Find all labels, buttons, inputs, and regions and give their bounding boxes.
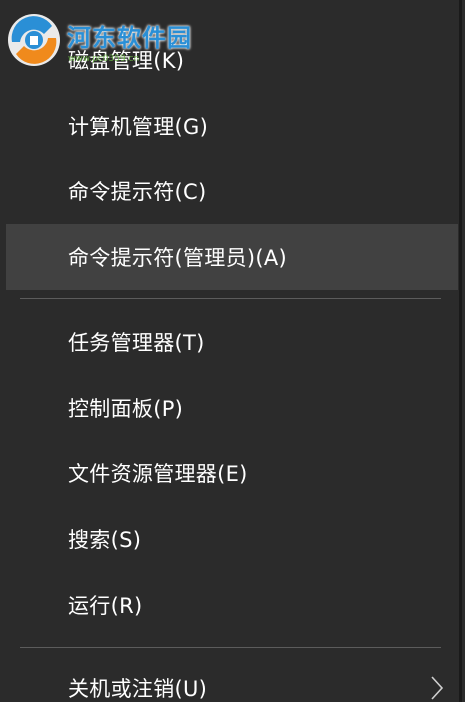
watermark-site-name: 河东软件园 [67,23,192,52]
hedong-logo-icon [8,14,60,66]
menu-item-run[interactable]: 运行(R) [6,573,458,637]
menu-separator [20,298,441,299]
chevron-right-icon [431,676,444,700]
menu-item-label: 文件资源管理器(E) [68,462,248,486]
menu-item-label: 任务管理器(T) [68,331,205,355]
menu-item-task-manager[interactable]: 任务管理器(T) [6,310,458,374]
menu-item-label: 计算机管理(G) [68,115,209,139]
menu-item-label: 搜索(S) [68,528,142,552]
menu-item-shutdown-signout[interactable]: 关机或注销(U) [6,656,458,702]
menu-item-label: 命令提示符(管理员)(A) [68,246,288,270]
site-watermark: 河东软件园 www.pc0359.cn [2,6,242,68]
menu-item-computer-management[interactable]: 计算机管理(G) [6,94,458,158]
menu-item-label: 运行(R) [68,594,143,618]
menu-item-command-prompt-admin[interactable]: 命令提示符(管理员)(A) [6,224,458,290]
menu-item-file-explorer[interactable]: 文件资源管理器(E) [6,441,458,505]
context-menu: 磁盘管理(K) 计算机管理(G) 命令提示符(C) 命令提示符(管理员)(A) … [0,0,462,702]
watermark-url: www.pc0359.cn [68,54,140,64]
menu-item-label: 控制面板(P) [68,397,184,421]
menu-item-control-panel[interactable]: 控制面板(P) [6,376,458,440]
menu-item-label: 关机或注销(U) [68,677,208,701]
menu-item-search[interactable]: 搜索(S) [6,507,458,571]
menu-separator [20,647,441,648]
menu-item-command-prompt[interactable]: 命令提示符(C) [6,159,458,223]
menu-item-label: 命令提示符(C) [68,180,207,204]
